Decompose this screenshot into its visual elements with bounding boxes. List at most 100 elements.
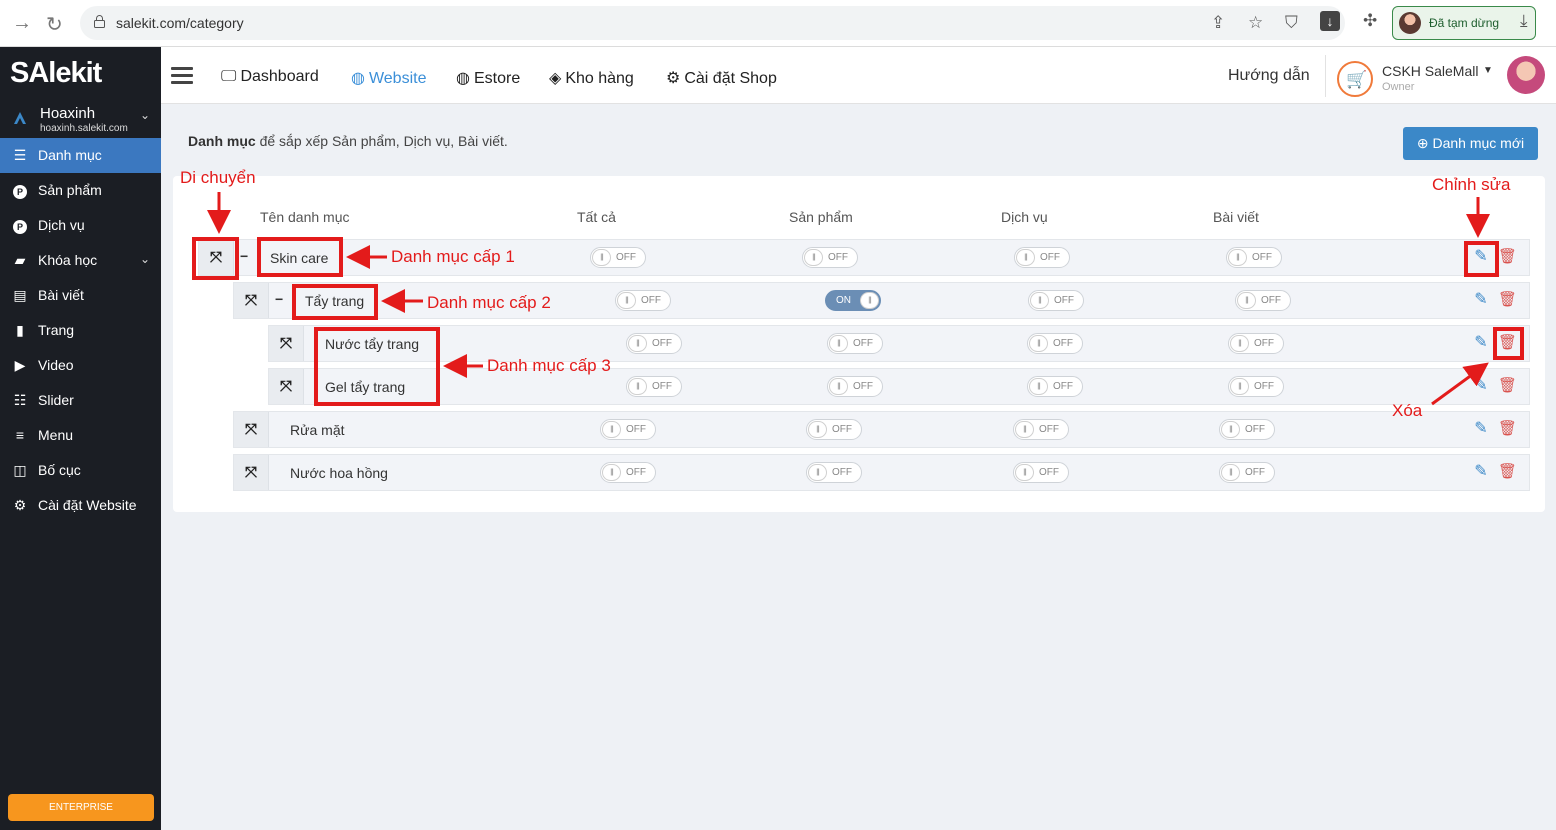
toggle-all[interactable]: ||| OFF [626,376,682,397]
nav-website[interactable]: ◍ Website [351,68,426,88]
sidebar-item-bai-viet[interactable]: ▤ Bài viết [0,278,161,313]
toggle-knob: ||| [1016,249,1035,266]
shop-switcher[interactable]: Hoaxinh hoaxinh.salekit.com ⌄ [0,102,161,136]
toggle-products[interactable]: ||| OFF [806,462,862,483]
edit-pencil-icon[interactable]: ✎ [1472,420,1490,438]
star-icon[interactable]: ☆ [1248,13,1263,33]
sidebar-item-danh-muc[interactable]: ☰ Danh mục [0,138,161,173]
annotation-box-edit [1464,241,1499,277]
toggle-knob: ||| [602,464,621,481]
edit-pencil-icon[interactable]: ✎ [1472,377,1490,395]
nav-dashboard[interactable]: 🖵 Dashboard [221,68,319,86]
menu-icon: ≡ [15,427,25,443]
sidebar-item-menu[interactable]: ≡ Menu [0,418,161,453]
new-category-button[interactable]: ⊕ Danh mục mới [1403,127,1538,160]
avatar[interactable] [1507,56,1545,94]
url-text[interactable]: salekit.com/category [116,15,244,31]
category-name[interactable]: Rửa mặt [290,422,345,438]
toggle-all[interactable]: ||| OFF [600,462,656,483]
collapse-icon[interactable]: − [240,248,248,264]
address-bar[interactable]: salekit.com/category ⇪ ☆ ⛉ ↓ [80,6,1345,40]
annotation-box-level2 [292,284,378,320]
share-icon[interactable]: ⇪ [1211,13,1225,33]
toggle-products[interactable]: ||| OFF [802,247,858,268]
sidebar-item-dich-vu[interactable]: P Dịch vụ [0,208,161,243]
move-handle-icon[interactable]: ⤧ [234,412,269,447]
toggle-services[interactable]: ||| OFF [1013,419,1069,440]
edit-pencil-icon[interactable]: ✎ [1472,291,1490,309]
toggle-posts[interactable]: ||| OFF [1226,247,1282,268]
toggle-services[interactable]: ||| OFF [1028,290,1084,311]
salekit-logo[interactable]: SAlekit [10,57,102,90]
nav-kho-hang[interactable]: ◈ Kho hàng [549,68,634,88]
move-handle-icon[interactable]: ⤧ [269,326,304,361]
toggle-products[interactable]: ||| OFF [827,333,883,354]
delete-trash-icon[interactable]: 🗑 [1498,463,1517,481]
profile-avatar [1399,12,1421,34]
toggle-products[interactable]: ||| ON [825,290,881,311]
toggle-knob: ||| [1221,421,1240,438]
toggle-services[interactable]: ||| OFF [1013,462,1069,483]
user-role: Owner [1382,81,1415,93]
toggle-posts[interactable]: ||| OFF [1235,290,1291,311]
toggle-knob: ||| [829,335,848,352]
sidebar-item-label: Trang [38,322,75,338]
toggle-services[interactable]: ||| OFF [1027,333,1083,354]
sidebar-item-bo-cuc[interactable]: ◫ Bố cục [0,453,161,488]
download-badge-icon[interactable]: ↓ [1320,11,1340,31]
sidebar-item-label: Khóa học [38,252,98,268]
category-row: ⤧ [233,454,1530,491]
gear-icon: ⚙ [666,70,681,87]
toggle-services[interactable]: ||| OFF [1014,247,1070,268]
toggle-posts[interactable]: ||| OFF [1228,333,1284,354]
toggle-posts[interactable]: ||| OFF [1219,419,1275,440]
hamburger-menu-icon[interactable] [171,67,193,84]
category-name[interactable]: Nước hoa hồng [290,465,388,481]
sidebar-item-san-pham[interactable]: P Sản phẩm [0,173,161,208]
downloads-icon[interactable]: ⤓ [1520,11,1528,31]
move-handle-icon[interactable]: ⤧ [234,283,269,318]
toggle-knob: ||| [1029,378,1048,395]
move-handle-icon[interactable]: ⤧ [269,369,304,404]
toggle-all[interactable]: ||| OFF [626,333,682,354]
toggle-knob: ||| [808,421,827,438]
plus-circle-icon: ⊕ [1416,135,1429,151]
sidebar-item-slider[interactable]: ☷ Slider [0,383,161,418]
nav-estore[interactable]: ◍ Estore [456,68,520,88]
toggle-posts[interactable]: ||| OFF [1219,462,1275,483]
annotation-level2-label: Danh mục cấp 2 [427,293,551,312]
move-handle-icon[interactable]: ⤧ [234,455,269,490]
forward-arrow-icon[interactable]: → [12,12,32,35]
reload-icon[interactable]: ↻ [46,12,63,37]
sidebar-item-video[interactable]: ▶ Video [0,348,161,383]
toggle-posts[interactable]: ||| OFF [1228,376,1284,397]
toggle-services[interactable]: ||| OFF [1027,376,1083,397]
toggle-all[interactable]: ||| OFF [615,290,671,311]
delete-trash-icon[interactable]: 🗑 [1498,248,1517,266]
store-logo: 🛒 [1337,61,1373,97]
sidebar-item-label: Video [38,357,74,373]
delete-trash-icon[interactable]: 🗑 [1498,420,1517,438]
column-header-services: Dịch vụ [1001,209,1048,225]
toggle-products[interactable]: ||| OFF [806,419,862,440]
delete-trash-icon[interactable]: 🗑 [1498,377,1517,395]
edit-pencil-icon[interactable]: ✎ [1472,463,1490,481]
extensions-icon[interactable]: ✣ [1363,11,1377,31]
sidebar-item-trang[interactable]: ▮ Trang [0,313,161,348]
guide-link[interactable]: Hướng dẫn [1228,67,1310,85]
collapse-icon[interactable]: − [275,291,283,307]
sidebar-item-khoa-hoc[interactable]: ▰ Khóa học ⌄ [0,243,161,278]
toggle-all[interactable]: ||| OFF [590,247,646,268]
plan-badge[interactable]: ENTERPRISE [8,794,154,821]
sidebar-item-cai-dat-website[interactable]: ⚙ Cài đặt Website [0,488,161,523]
user-name[interactable]: CSKH SaleMall [1382,63,1478,79]
toggle-products[interactable]: ||| OFF [827,376,883,397]
delete-trash-icon[interactable]: 🗑 [1498,291,1517,309]
profile-button[interactable]: Đã tạm dừng [1392,6,1536,40]
category-row: ⤧ [233,411,1530,448]
toggle-all[interactable]: ||| OFF [600,419,656,440]
shield-icon[interactable]: ⛉ [1285,13,1298,33]
caret-down-icon[interactable]: ▼ [1483,65,1493,76]
nav-cai-dat-shop[interactable]: ⚙ Cài đặt Shop [666,68,777,88]
edit-pencil-icon[interactable]: ✎ [1472,334,1490,352]
